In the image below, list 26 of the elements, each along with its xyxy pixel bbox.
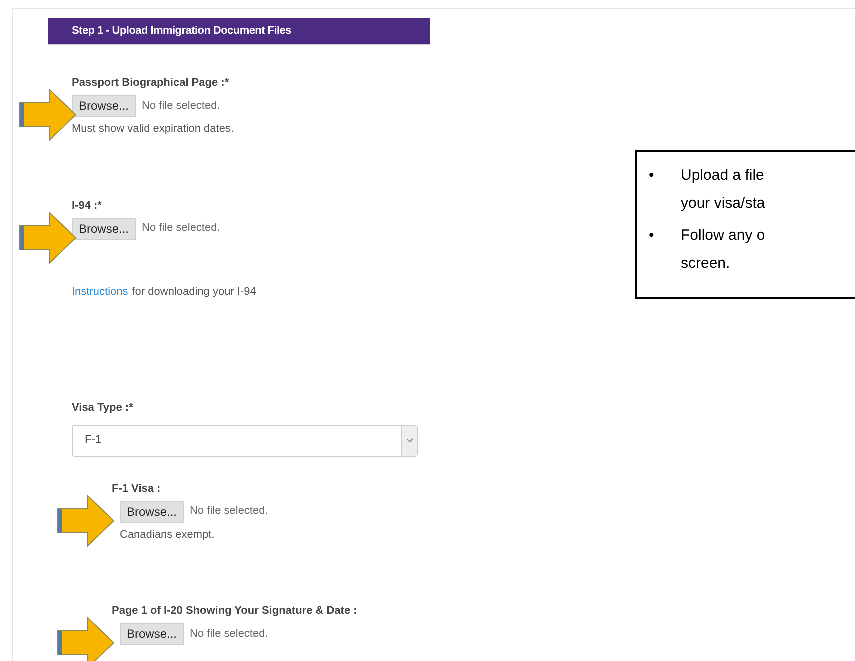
field-label: Page 1 of I-20 Showing Your Signature & Date : <box>112 604 358 619</box>
bullet-marker: • <box>648 226 656 246</box>
file-status: No file selected. <box>190 504 268 520</box>
file-status: No file selected. <box>142 98 220 114</box>
field-label: I-94 :* <box>72 198 103 214</box>
field-label: Visa Type :* <box>72 401 134 416</box>
callout-text: Follow any o <box>681 226 766 246</box>
link-description: for downloading your I-94 <box>132 284 256 300</box>
browse-button[interactable]: Browse... <box>120 623 184 645</box>
help-text: Canadians exempt. <box>120 528 216 542</box>
file-status: No file selected. <box>190 626 268 642</box>
browse-button[interactable]: Browse... <box>72 218 136 240</box>
bullet-marker: • <box>648 166 656 186</box>
callout-text: screen. <box>681 254 732 274</box>
browse-button[interactable]: Browse... <box>120 500 184 522</box>
visa-type-select[interactable]: F-1 <box>72 424 418 456</box>
field-label: Passport Biographical Page :* <box>72 76 230 91</box>
file-status: No file selected. <box>142 221 220 236</box>
chevron-down-icon <box>401 426 417 456</box>
field-label: F-1 Visa : <box>112 482 162 496</box>
instructions-link[interactable]: Instructions <box>72 284 128 300</box>
browse-button[interactable]: Browse... <box>72 95 136 117</box>
section-title: Step 1 - Upload Immigration Document Files <box>72 24 292 39</box>
callout-text: your visa/sta <box>681 194 766 214</box>
callout-text: Upload a file <box>681 166 766 186</box>
help-text: Must show valid expiration dates. <box>72 122 236 137</box>
